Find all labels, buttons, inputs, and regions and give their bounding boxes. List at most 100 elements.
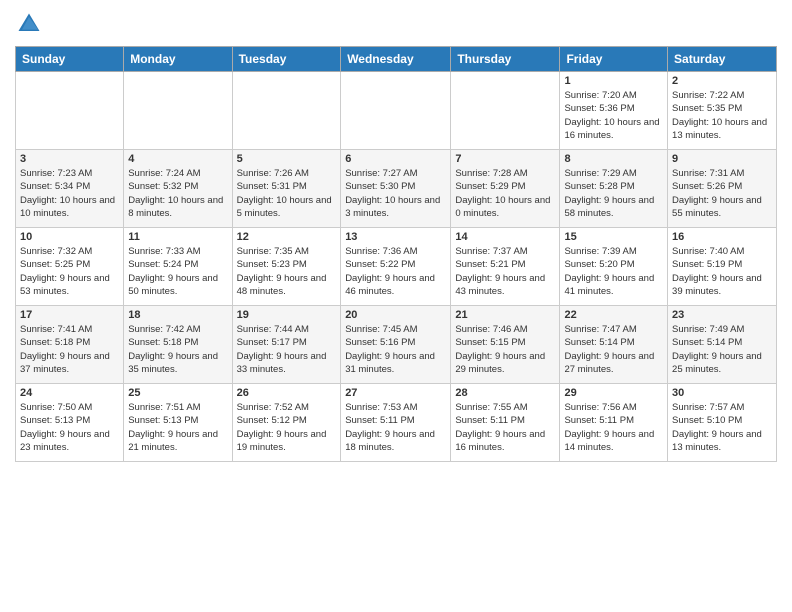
logo-icon <box>15 10 43 38</box>
calendar-cell: 7 Sunrise: 7:28 AM Sunset: 5:29 PM Daylig… <box>451 150 560 228</box>
calendar: SundayMondayTuesdayWednesdayThursdayFrid… <box>15 46 777 462</box>
calendar-cell <box>232 72 341 150</box>
day-info: Sunrise: 7:35 AM Sunset: 5:23 PM Dayligh… <box>237 245 337 298</box>
day-info: Sunrise: 7:55 AM Sunset: 5:11 PM Dayligh… <box>455 401 555 454</box>
day-number: 26 <box>237 387 337 399</box>
page: SundayMondayTuesdayWednesdayThursdayFrid… <box>0 0 792 472</box>
day-number: 18 <box>128 309 227 321</box>
calendar-header-row: SundayMondayTuesdayWednesdayThursdayFrid… <box>16 47 777 72</box>
day-number: 10 <box>20 231 119 243</box>
day-number: 8 <box>564 153 663 165</box>
day-number: 6 <box>345 153 446 165</box>
calendar-week-row: 24 Sunrise: 7:50 AM Sunset: 5:13 PM Dayli… <box>16 384 777 462</box>
day-info: Sunrise: 7:24 AM Sunset: 5:32 PM Dayligh… <box>128 167 227 220</box>
day-info: Sunrise: 7:50 AM Sunset: 5:13 PM Dayligh… <box>20 401 119 454</box>
calendar-cell: 5 Sunrise: 7:26 AM Sunset: 5:31 PM Daylig… <box>232 150 341 228</box>
day-info: Sunrise: 7:56 AM Sunset: 5:11 PM Dayligh… <box>564 401 663 454</box>
day-number: 16 <box>672 231 772 243</box>
day-info: Sunrise: 7:27 AM Sunset: 5:30 PM Dayligh… <box>345 167 446 220</box>
day-info: Sunrise: 7:41 AM Sunset: 5:18 PM Dayligh… <box>20 323 119 376</box>
calendar-cell: 1 Sunrise: 7:20 AM Sunset: 5:36 PM Daylig… <box>560 72 668 150</box>
day-info: Sunrise: 7:22 AM Sunset: 5:35 PM Dayligh… <box>672 89 772 142</box>
day-number: 14 <box>455 231 555 243</box>
logo <box>15 10 47 38</box>
weekday-header: Thursday <box>451 47 560 72</box>
day-number: 9 <box>672 153 772 165</box>
calendar-cell: 17Sunrise: 7:41 AM Sunset: 5:18 PM Dayli… <box>16 306 124 384</box>
day-info: Sunrise: 7:39 AM Sunset: 5:20 PM Dayligh… <box>564 245 663 298</box>
day-number: 3 <box>20 153 119 165</box>
day-info: Sunrise: 7:46 AM Sunset: 5:15 PM Dayligh… <box>455 323 555 376</box>
calendar-week-row: 10 Sunrise: 7:32 AM Sunset: 5:25 PM Dayli… <box>16 228 777 306</box>
day-info: Sunrise: 7:40 AM Sunset: 5:19 PM Dayligh… <box>672 245 772 298</box>
calendar-cell: 30Sunrise: 7:57 AM Sunset: 5:10 PM Dayli… <box>668 384 777 462</box>
calendar-cell: 10 Sunrise: 7:32 AM Sunset: 5:25 PM Dayli… <box>16 228 124 306</box>
calendar-cell: 26 Sunrise: 7:52 AM Sunset: 5:12 PM Dayli… <box>232 384 341 462</box>
calendar-week-row: 17Sunrise: 7:41 AM Sunset: 5:18 PM Dayli… <box>16 306 777 384</box>
day-info: Sunrise: 7:31 AM Sunset: 5:26 PM Dayligh… <box>672 167 772 220</box>
calendar-cell: 15Sunrise: 7:39 AM Sunset: 5:20 PM Dayli… <box>560 228 668 306</box>
day-info: Sunrise: 7:53 AM Sunset: 5:11 PM Dayligh… <box>345 401 446 454</box>
calendar-cell: 11 Sunrise: 7:33 AM Sunset: 5:24 PM Dayli… <box>124 228 232 306</box>
day-number: 5 <box>237 153 337 165</box>
day-info: Sunrise: 7:28 AM Sunset: 5:29 PM Dayligh… <box>455 167 555 220</box>
day-number: 12 <box>237 231 337 243</box>
day-number: 24 <box>20 387 119 399</box>
weekday-header: Monday <box>124 47 232 72</box>
calendar-cell: 3 Sunrise: 7:23 AM Sunset: 5:34 PM Daylig… <box>16 150 124 228</box>
calendar-cell: 27 Sunrise: 7:53 AM Sunset: 5:11 PM Dayli… <box>341 384 451 462</box>
calendar-cell: 9 Sunrise: 7:31 AM Sunset: 5:26 PM Daylig… <box>668 150 777 228</box>
calendar-cell: 18 Sunrise: 7:42 AM Sunset: 5:18 PM Dayli… <box>124 306 232 384</box>
day-number: 19 <box>237 309 337 321</box>
calendar-cell: 19 Sunrise: 7:44 AM Sunset: 5:17 PM Dayli… <box>232 306 341 384</box>
calendar-cell: 8 Sunrise: 7:29 AM Sunset: 5:28 PM Daylig… <box>560 150 668 228</box>
calendar-cell: 29Sunrise: 7:56 AM Sunset: 5:11 PM Dayli… <box>560 384 668 462</box>
calendar-cell: 2 Sunrise: 7:22 AM Sunset: 5:35 PM Daylig… <box>668 72 777 150</box>
day-info: Sunrise: 7:23 AM Sunset: 5:34 PM Dayligh… <box>20 167 119 220</box>
weekday-header: Sunday <box>16 47 124 72</box>
calendar-cell: 20Sunrise: 7:45 AM Sunset: 5:16 PM Dayli… <box>341 306 451 384</box>
day-number: 1 <box>564 75 663 87</box>
weekday-header: Friday <box>560 47 668 72</box>
day-info: Sunrise: 7:45 AM Sunset: 5:16 PM Dayligh… <box>345 323 446 376</box>
day-info: Sunrise: 7:51 AM Sunset: 5:13 PM Dayligh… <box>128 401 227 454</box>
calendar-cell: 21 Sunrise: 7:46 AM Sunset: 5:15 PM Dayli… <box>451 306 560 384</box>
day-info: Sunrise: 7:44 AM Sunset: 5:17 PM Dayligh… <box>237 323 337 376</box>
day-info: Sunrise: 7:26 AM Sunset: 5:31 PM Dayligh… <box>237 167 337 220</box>
calendar-cell: 13 Sunrise: 7:36 AM Sunset: 5:22 PM Dayli… <box>341 228 451 306</box>
day-number: 27 <box>345 387 446 399</box>
calendar-cell: 12 Sunrise: 7:35 AM Sunset: 5:23 PM Dayli… <box>232 228 341 306</box>
day-info: Sunrise: 7:29 AM Sunset: 5:28 PM Dayligh… <box>564 167 663 220</box>
day-info: Sunrise: 7:32 AM Sunset: 5:25 PM Dayligh… <box>20 245 119 298</box>
header-section <box>15 10 777 38</box>
day-number: 2 <box>672 75 772 87</box>
weekday-header: Tuesday <box>232 47 341 72</box>
calendar-cell: 14 Sunrise: 7:37 AM Sunset: 5:21 PM Dayli… <box>451 228 560 306</box>
day-number: 23 <box>672 309 772 321</box>
calendar-cell: 25Sunrise: 7:51 AM Sunset: 5:13 PM Dayli… <box>124 384 232 462</box>
day-info: Sunrise: 7:49 AM Sunset: 5:14 PM Dayligh… <box>672 323 772 376</box>
day-number: 7 <box>455 153 555 165</box>
day-info: Sunrise: 7:42 AM Sunset: 5:18 PM Dayligh… <box>128 323 227 376</box>
day-number: 11 <box>128 231 227 243</box>
day-info: Sunrise: 7:37 AM Sunset: 5:21 PM Dayligh… <box>455 245 555 298</box>
day-info: Sunrise: 7:52 AM Sunset: 5:12 PM Dayligh… <box>237 401 337 454</box>
day-info: Sunrise: 7:33 AM Sunset: 5:24 PM Dayligh… <box>128 245 227 298</box>
calendar-week-row: 1 Sunrise: 7:20 AM Sunset: 5:36 PM Daylig… <box>16 72 777 150</box>
calendar-week-row: 3 Sunrise: 7:23 AM Sunset: 5:34 PM Daylig… <box>16 150 777 228</box>
day-info: Sunrise: 7:36 AM Sunset: 5:22 PM Dayligh… <box>345 245 446 298</box>
calendar-cell: 23 Sunrise: 7:49 AM Sunset: 5:14 PM Dayli… <box>668 306 777 384</box>
day-number: 21 <box>455 309 555 321</box>
calendar-cell: 6 Sunrise: 7:27 AM Sunset: 5:30 PM Daylig… <box>341 150 451 228</box>
day-number: 28 <box>455 387 555 399</box>
day-number: 30 <box>672 387 772 399</box>
calendar-cell <box>124 72 232 150</box>
day-info: Sunrise: 7:20 AM Sunset: 5:36 PM Dayligh… <box>564 89 663 142</box>
calendar-cell: 22Sunrise: 7:47 AM Sunset: 5:14 PM Dayli… <box>560 306 668 384</box>
calendar-cell: 16 Sunrise: 7:40 AM Sunset: 5:19 PM Dayli… <box>668 228 777 306</box>
weekday-header: Wednesday <box>341 47 451 72</box>
weekday-header: Saturday <box>668 47 777 72</box>
day-number: 22 <box>564 309 663 321</box>
calendar-cell: 28 Sunrise: 7:55 AM Sunset: 5:11 PM Dayli… <box>451 384 560 462</box>
day-number: 13 <box>345 231 446 243</box>
